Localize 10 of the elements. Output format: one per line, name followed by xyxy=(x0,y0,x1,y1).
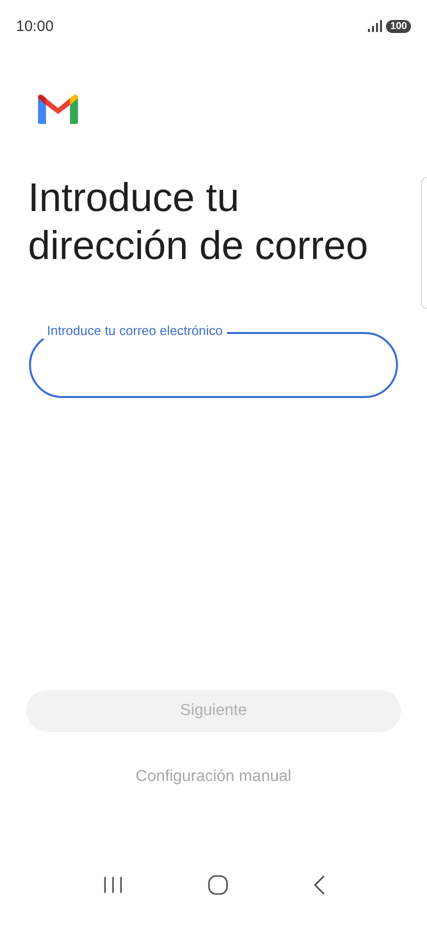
signal-icon xyxy=(368,20,382,32)
recent-apps-icon[interactable] xyxy=(102,876,122,894)
back-icon[interactable] xyxy=(312,875,324,895)
home-icon[interactable] xyxy=(208,875,228,895)
page-heading: Introduce tu dirección de correo xyxy=(28,175,370,270)
status-time: 10:00 xyxy=(16,18,54,34)
email-field[interactable]: Introduce tu correo electrónico xyxy=(29,323,398,398)
battery-level: 100 xyxy=(386,20,411,32)
field-label: Introduce tu correo electrónico xyxy=(43,323,227,339)
mail-logo xyxy=(38,94,78,124)
